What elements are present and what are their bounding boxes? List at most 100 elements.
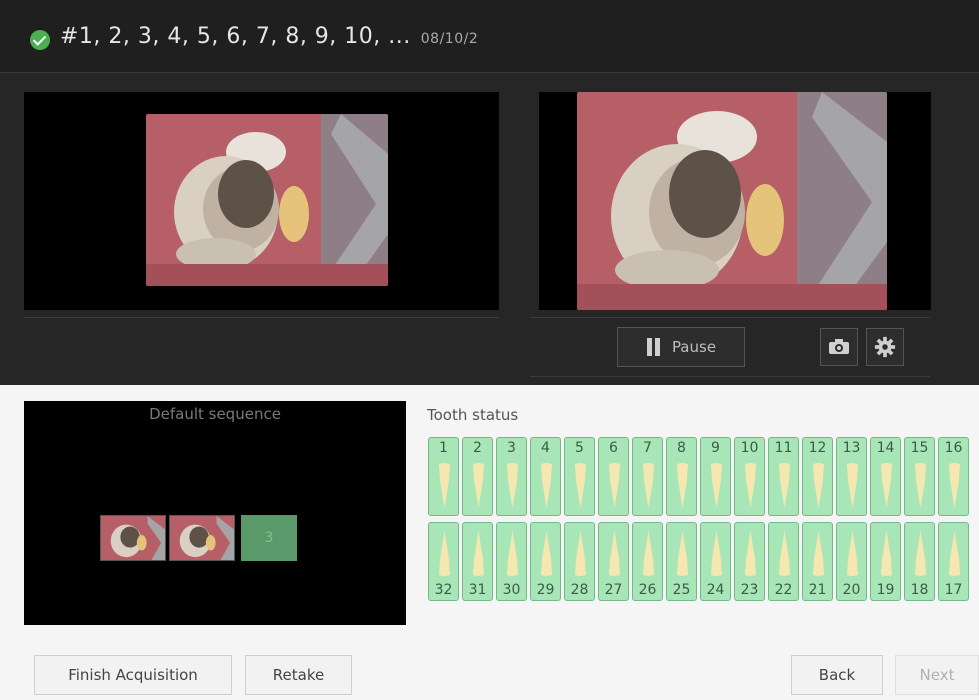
tooth-16[interactable]: 16 [938,437,969,516]
tooth-status-label: Tooth status [427,406,519,424]
tooth-icon [541,463,552,508]
tooth-13[interactable]: 13 [836,437,867,516]
camera-icon [829,339,849,354]
tooth-icon [745,463,756,508]
tooth-3[interactable]: 3 [496,437,527,516]
captured-image-panel [24,92,499,310]
tooth-number: 19 [876,582,895,598]
tooth-26[interactable]: 26 [632,522,663,601]
sequence-panel: Default sequence 3 [24,401,406,625]
tooth-icon [745,531,756,576]
sequence-title: Default sequence [149,405,281,423]
tooth-14[interactable]: 14 [870,437,901,516]
tooth-icon [813,463,824,508]
tooth-icon [677,531,688,576]
tooth-18[interactable]: 18 [904,522,935,601]
divider [530,376,930,377]
sequence-placeholder[interactable]: 3 [241,515,297,561]
pause-icon [646,338,662,356]
tooth-27[interactable]: 27 [598,522,629,601]
tooth-15[interactable]: 15 [904,437,935,516]
tooth-30[interactable]: 30 [496,522,527,601]
finish-acquisition-button[interactable]: Finish Acquisition [34,655,232,695]
tooth-icon [881,531,892,576]
tooth-5[interactable]: 5 [564,437,595,516]
tooth-icon [473,463,484,508]
capture-button[interactable] [820,328,858,366]
tooth-21[interactable]: 21 [802,522,833,601]
tooth-icon [949,531,960,576]
tooth-20[interactable]: 20 [836,522,867,601]
tooth-number: 22 [774,582,793,598]
tooth-22[interactable]: 22 [768,522,799,601]
divider [530,317,930,318]
tooth-31[interactable]: 31 [462,522,493,601]
tooth-list-title: #1, 2, 3, 4, 5, 6, 7, 8, 9, 10, ... [60,24,411,49]
tooth-19[interactable]: 19 [870,522,901,601]
tooth-10[interactable]: 10 [734,437,765,516]
tooth-icon [847,463,858,508]
retake-button[interactable]: Retake [245,655,352,695]
gear-icon [874,336,896,358]
tooth-24[interactable]: 24 [700,522,731,601]
tooth-number: 8 [677,440,686,456]
tooth-number: 5 [575,440,584,456]
live-tooth-image [577,92,887,310]
tooth-28[interactable]: 28 [564,522,595,601]
acquisition-header-area: #1, 2, 3, 4, 5, 6, 7, 8, 9, 10, ... 08/10… [0,0,979,385]
tooth-number: 7 [643,440,652,456]
tooth-icon [949,463,960,508]
tooth-6[interactable]: 6 [598,437,629,516]
tooth-number: 29 [536,582,555,598]
tooth-number: 31 [468,582,487,598]
tooth-icon [915,463,926,508]
check-circle-icon [30,30,50,50]
tooth-29[interactable]: 29 [530,522,561,601]
tooth-number: 10 [740,440,759,456]
tooth-number: 16 [944,440,963,456]
tooth-25[interactable]: 25 [666,522,697,601]
tooth-7[interactable]: 7 [632,437,663,516]
tooth-number: 14 [876,440,895,456]
tooth-8[interactable]: 8 [666,437,697,516]
tooth-icon [779,531,790,576]
tooth-number: 2 [473,440,482,456]
tooth-icon [575,531,586,576]
tooth-number: 26 [638,582,657,598]
tooth-11[interactable]: 11 [768,437,799,516]
tooth-icon [439,463,450,508]
divider [0,72,979,73]
tooth-icon [609,531,620,576]
tooth-icon [643,531,654,576]
back-button[interactable]: Back [791,655,883,695]
next-button[interactable]: Next [895,655,979,695]
tooth-23[interactable]: 23 [734,522,765,601]
tooth-number: 13 [842,440,861,456]
tooth-icon [881,463,892,508]
settings-button[interactable] [866,328,904,366]
tooth-icon [507,463,518,508]
tooth-number: 11 [774,440,793,456]
acquisition-date: 08/10/2 [420,31,479,47]
tooth-icon [677,463,688,508]
tooth-32[interactable]: 32 [428,522,459,601]
live-video-panel [539,92,931,310]
lower-teeth-row: 32 31 30 29 28 27 26 25 24 23 22 21 20 19 18 17 [428,522,969,601]
tooth-icon [541,531,552,576]
tooth-2[interactable]: 2 [462,437,493,516]
sequence-thumbnail[interactable] [169,515,235,561]
tooth-number: 4 [541,440,550,456]
tooth-number: 17 [944,582,963,598]
sequence-thumbnail[interactable] [100,515,166,561]
tooth-icon [779,463,790,508]
tooth-4[interactable]: 4 [530,437,561,516]
tooth-number: 23 [740,582,759,598]
page-title: #1, 2, 3, 4, 5, 6, 7, 8, 9, 10, ... 08/10… [60,24,478,49]
tooth-number: 28 [570,582,589,598]
tooth-1[interactable]: 1 [428,437,459,516]
tooth-9[interactable]: 9 [700,437,731,516]
tooth-number: 9 [711,440,720,456]
tooth-17[interactable]: 17 [938,522,969,601]
pause-button[interactable]: Pause [617,327,745,367]
tooth-12[interactable]: 12 [802,437,833,516]
